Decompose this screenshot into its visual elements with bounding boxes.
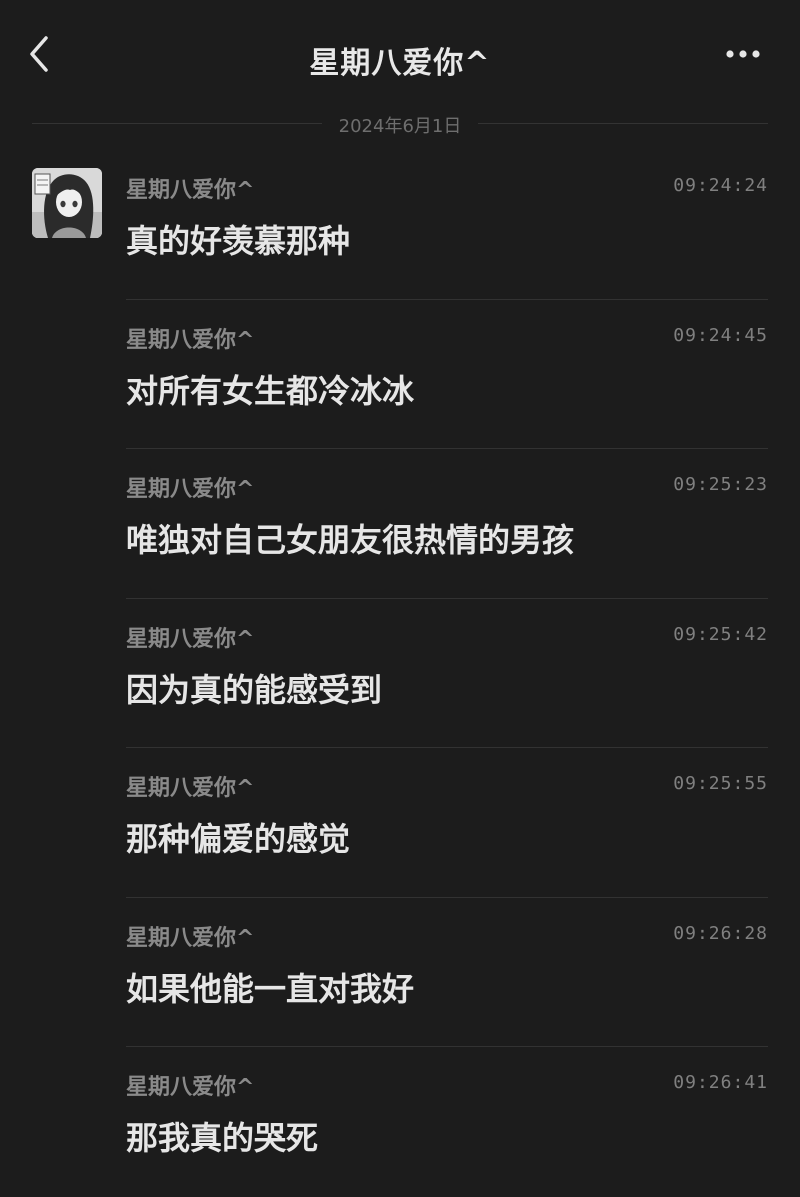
message-item[interactable]: 星期八爱你^ 09:24:45 对所有女生都冷冰冰 — [126, 300, 768, 449]
message-time: 09:26:28 — [673, 922, 768, 944]
message-item[interactable]: 星期八爱你^ 09:25:55 那种偏爱的感觉 — [126, 748, 768, 898]
date-label: 2024年6月1日 — [338, 116, 462, 137]
message-item[interactable]: 星期八爱你^ 09:24:24 真的好羡慕那种 — [126, 150, 768, 300]
message-time: 09:26:41 — [673, 1072, 768, 1093]
sender-name: 星期八爱你^ — [126, 477, 255, 502]
chat-title: 星期八爱你^ — [309, 46, 491, 81]
avatar[interactable] — [32, 168, 102, 238]
message-text: 对所有女生都冷冰冰 — [126, 371, 415, 410]
divider-line — [478, 123, 768, 124]
message-item[interactable]: 星期八爱你^ 09:26:41 那我真的哭死 — [126, 1047, 768, 1197]
message-time: 09:24:45 — [673, 324, 768, 346]
sender-name: 星期八爱你^ — [126, 626, 255, 652]
sender-name: 星期八爱你^ — [126, 1075, 255, 1100]
message-item[interactable]: 星期八爱你^ 09:26:28 如果他能一直对我好 — [126, 898, 768, 1047]
message-time: 09:25:23 — [673, 474, 768, 495]
sender-name: 星期八爱你^ — [126, 178, 255, 203]
avatar-anime-girl-image — [32, 168, 102, 238]
message-item[interactable]: 星期八爱你^ 09:25:23 唯独对自己女朋友很热情的男孩 — [126, 449, 768, 599]
top-bar: 星期八爱你^ — [0, 0, 800, 110]
message-text: 因为真的能感受到 — [126, 670, 383, 709]
message-time: 09:24:24 — [673, 175, 768, 196]
message-time: 09:25:55 — [673, 773, 768, 794]
message-time: 09:25:42 — [673, 623, 768, 645]
sender-name: 星期八爱你^ — [126, 925, 255, 951]
date-divider: 2024年6月1日 — [32, 110, 768, 138]
message-item[interactable]: 星期八爱你^ 09:25:42 因为真的能感受到 — [126, 599, 768, 748]
message-text: 唯独对自己女朋友很热情的男孩 — [126, 521, 575, 559]
message-text: 那种偏爱的感觉 — [126, 820, 351, 858]
message-text: 真的好羡慕那种 — [126, 222, 351, 260]
ellipsis-horizontal-icon — [726, 50, 760, 58]
message-text: 那我真的哭死 — [126, 1119, 319, 1157]
sender-name: 星期八爱你^ — [126, 776, 255, 801]
message-list: 星期八爱你^ 09:24:24 真的好羡慕那种 星期八爱你^ 09:24:45 … — [126, 150, 768, 1197]
more-options-button[interactable] — [724, 44, 764, 64]
sender-name: 星期八爱你^ — [126, 327, 255, 353]
message-text: 如果他能一直对我好 — [126, 969, 415, 1008]
